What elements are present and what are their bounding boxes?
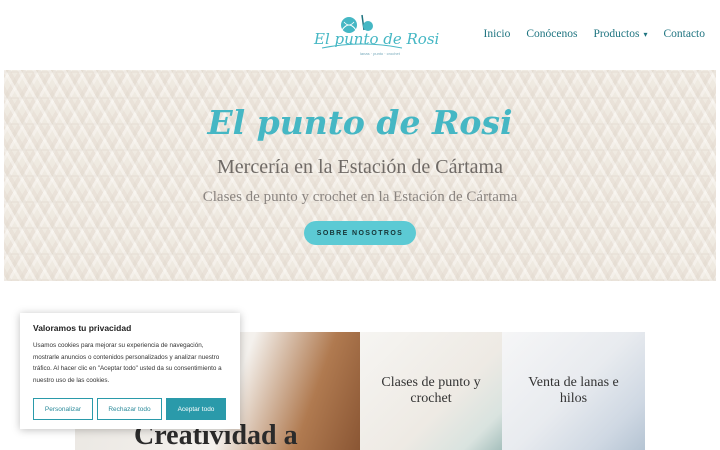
chevron-down-icon: ▾ xyxy=(643,29,648,39)
customize-button[interactable]: Personalizar xyxy=(33,398,93,420)
hero-banner: El punto de Rosi Mercería en la Estación… xyxy=(4,70,716,281)
cookie-buttons: Personalizar Rechazar todo Aceptar todo xyxy=(33,398,226,420)
accept-all-button[interactable]: Aceptar todo xyxy=(166,398,226,420)
nav-item-inicio[interactable]: Inicio xyxy=(484,28,511,40)
hero-subtitle-secondary: Clases de punto y crochet en la Estación… xyxy=(202,189,518,205)
reject-all-button[interactable]: Rechazar todo xyxy=(97,398,162,420)
logo-subtext: lanas · punto · crochet xyxy=(360,51,400,56)
classes-card-label: Clases de punto y crochet xyxy=(381,375,481,406)
nav-item-productos-label: Productos xyxy=(593,28,640,40)
nav-item-contacto[interactable]: Contacto xyxy=(663,28,705,40)
site-logo[interactable]: El punto de Rosi lanas · punto · crochet xyxy=(312,10,439,60)
classes-card[interactable]: Clases de punto y crochet xyxy=(360,332,502,450)
cookie-consent-banner: Valoramos tu privacidad Usamos cookies p… xyxy=(20,313,240,429)
nav-item-conocenos[interactable]: Conócenos xyxy=(526,28,577,40)
main-nav: Inicio Conócenos Productos ▾ Contacto xyxy=(468,28,705,40)
hero-title: El punto de Rosi xyxy=(207,103,513,142)
logo-text: El punto de Rosi xyxy=(314,30,440,48)
nav-item-productos[interactable]: Productos ▾ xyxy=(593,28,647,40)
cookie-title: Valoramos tu privacidad xyxy=(33,323,132,333)
yarn-sale-card[interactable]: Venta de lanas e hilos xyxy=(502,332,645,450)
hero-subtitle: Mercería en la Estación de Cártama xyxy=(217,156,503,178)
yarn-sale-card-label: Venta de lanas e hilos xyxy=(528,375,619,406)
cookie-text: Usamos cookies para mejorar su experienc… xyxy=(33,342,222,384)
site-header: El punto de Rosi lanas · punto · crochet… xyxy=(0,0,720,70)
about-us-button[interactable]: SOBRE NOSOTROS xyxy=(304,221,416,245)
